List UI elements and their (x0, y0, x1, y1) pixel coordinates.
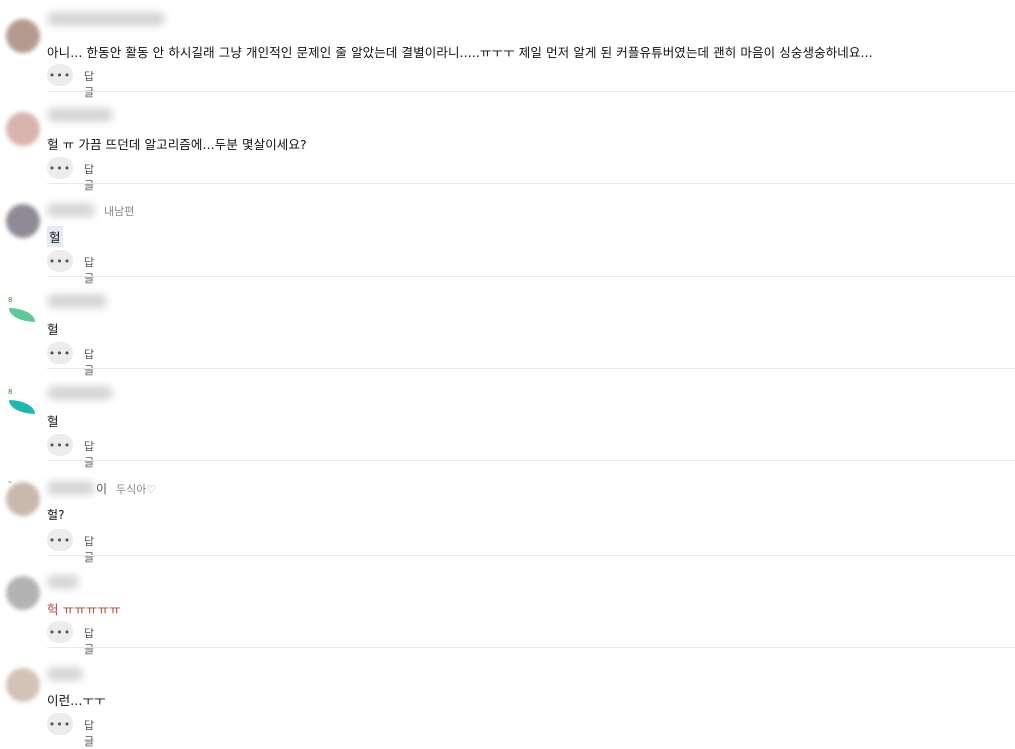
nickname[interactable] (47, 575, 79, 589)
more-icon: ••• (48, 533, 72, 547)
nickname[interactable] (47, 386, 113, 400)
more-button[interactable]: ••• (47, 434, 73, 456)
avatar[interactable] (6, 112, 40, 146)
nickname[interactable] (47, 203, 95, 217)
avatar[interactable] (6, 576, 40, 610)
comment-text: 아니... 한동안 활동 안 하시길래 그냥 개인적인 문제인 줄 알았는데 결… (47, 45, 873, 60)
more-icon: ••• (48, 438, 72, 452)
comment-text: 헐 ㅠ 가끔 뜨던데 알고리즘에...두분 몇살이세요? (47, 137, 307, 152)
leaf-avatar-icon[interactable] (9, 308, 35, 322)
more-button[interactable]: ••• (47, 64, 73, 86)
avatar[interactable] (6, 482, 40, 516)
more-button[interactable]: ••• (47, 250, 73, 272)
more-icon: ••• (48, 717, 72, 731)
divider (47, 183, 1015, 184)
user-tag: 내남편 (104, 205, 135, 218)
more-icon: ••• (48, 161, 72, 175)
more-button[interactable]: ••• (47, 713, 73, 735)
avatar-mark: 8 (8, 296, 13, 304)
comment-text: 이런...ㅜㅜ (47, 693, 106, 708)
comment-text: 헐 (47, 414, 59, 429)
reply-button[interactable]: 답글 (84, 533, 94, 565)
comment-list: 아니... 한동안 활동 안 하시길래 그냥 개인적인 문제인 줄 알았는데 결… (0, 0, 1015, 748)
reply-button[interactable]: 답글 (84, 68, 94, 100)
more-button[interactable]: ••• (47, 529, 73, 551)
avatar-mark: 8 (8, 388, 13, 396)
comment-text: 헐 (47, 226, 63, 247)
nickname[interactable] (47, 12, 165, 26)
comment-text: 헐 (47, 322, 59, 337)
more-icon: ••• (48, 254, 72, 268)
more-button[interactable]: ••• (47, 342, 73, 364)
nickname[interactable] (47, 481, 95, 495)
reply-button[interactable]: 답글 (84, 161, 94, 193)
reply-button[interactable]: 답글 (84, 254, 94, 286)
more-button[interactable]: ••• (47, 621, 73, 643)
reply-button[interactable]: 답글 (84, 625, 94, 657)
more-icon: ••• (48, 68, 72, 82)
more-icon: ••• (48, 625, 72, 639)
comment-text: 헐? (47, 508, 65, 522)
more-button[interactable]: ••• (47, 157, 73, 179)
avatar[interactable] (6, 668, 40, 702)
divider (47, 555, 1015, 556)
divider (47, 647, 1015, 648)
divider (47, 276, 1015, 277)
divider (47, 460, 1015, 461)
more-icon: ••• (48, 346, 72, 360)
comment-text: 헉 ㅠㅠㅠㅠㅠ (47, 602, 121, 617)
reply-button[interactable]: 답글 (84, 717, 94, 749)
avatar[interactable] (6, 19, 40, 53)
reply-button[interactable]: 답글 (84, 438, 94, 470)
reply-button[interactable]: 답글 (84, 346, 94, 378)
user-tag: 두식아♡ (116, 483, 157, 496)
nickname-tail: 이 (96, 482, 108, 496)
divider (47, 368, 1015, 369)
nickname[interactable] (47, 294, 107, 308)
avatar[interactable] (6, 204, 40, 238)
leaf-avatar-icon[interactable] (9, 400, 35, 414)
nickname[interactable] (47, 667, 83, 681)
nickname[interactable] (47, 108, 113, 122)
divider (47, 91, 1015, 92)
